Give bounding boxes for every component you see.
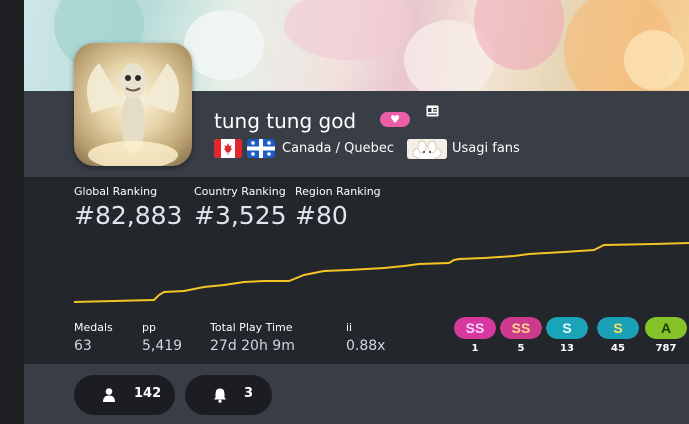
grade-s-count: 45 — [611, 343, 625, 354]
ii-label: ii — [346, 321, 353, 334]
grade-letter: S — [562, 320, 571, 336]
subscribers-count: 3 — [244, 386, 254, 401]
grade-ss-silver-count: 1 — [471, 343, 479, 354]
medals-label: Medals — [74, 321, 113, 334]
grade-ss-count: 5 — [517, 343, 525, 354]
grade-s-badge: S — [597, 317, 639, 339]
country-ranking-label: Country Ranking — [194, 185, 286, 198]
grade-s-silver-badge: S — [546, 317, 588, 339]
team-name[interactable]: Usagi fans — [452, 141, 520, 156]
followers-count: 142 — [134, 386, 162, 401]
ii-value: 0.88x — [346, 338, 386, 354]
grade-s-silver-count: 13 — [560, 343, 574, 354]
profile-page: tung tung god ♥ Canada / Quebec Usagi fa… — [24, 0, 689, 424]
user-avatar[interactable] — [74, 43, 192, 166]
heart-icon: ♥ — [390, 113, 400, 126]
play-time-value: 27d 20h 9m — [210, 338, 295, 354]
user-location[interactable]: Canada / Quebec — [282, 141, 394, 156]
followers-button[interactable]: 142 — [74, 375, 175, 415]
quebec-flag-icon[interactable] — [247, 139, 275, 158]
username: tung tung god — [214, 109, 357, 133]
canada-flag-icon[interactable] — [214, 139, 242, 158]
pp-value: 5,419 — [142, 338, 183, 354]
global-ranking-label: Global Ranking — [74, 185, 158, 198]
country-ranking-value: #3,525 — [194, 201, 287, 230]
supporter-badge[interactable]: ♥ — [380, 112, 410, 127]
grade-letter: SS — [512, 320, 531, 336]
team-flag-icon[interactable] — [407, 139, 447, 159]
profile-card-icon[interactable] — [426, 105, 439, 117]
rank-history-graph[interactable] — [74, 235, 689, 310]
medals-value: 63 — [74, 338, 92, 354]
grade-ss-badge: SS — [500, 317, 542, 339]
grade-ss-silver-badge: SS — [454, 317, 496, 339]
global-ranking-value: #82,883 — [74, 201, 183, 230]
play-time-label: Total Play Time — [210, 321, 293, 334]
bell-icon — [214, 388, 226, 403]
grade-a-badge: A — [645, 317, 687, 339]
avatar-image — [86, 63, 180, 166]
sidebar-strip — [0, 0, 24, 424]
grade-letter: A — [661, 320, 671, 336]
pp-label: pp — [142, 321, 156, 334]
grade-letter: S — [613, 320, 622, 336]
region-ranking-value: #80 — [295, 201, 348, 230]
user-icon — [103, 388, 115, 402]
grade-letter: SS — [466, 320, 485, 336]
mapping-subscribers-button[interactable]: 3 — [185, 375, 272, 415]
grade-a-count: 787 — [655, 343, 677, 354]
region-ranking-label: Region Ranking — [295, 185, 381, 198]
